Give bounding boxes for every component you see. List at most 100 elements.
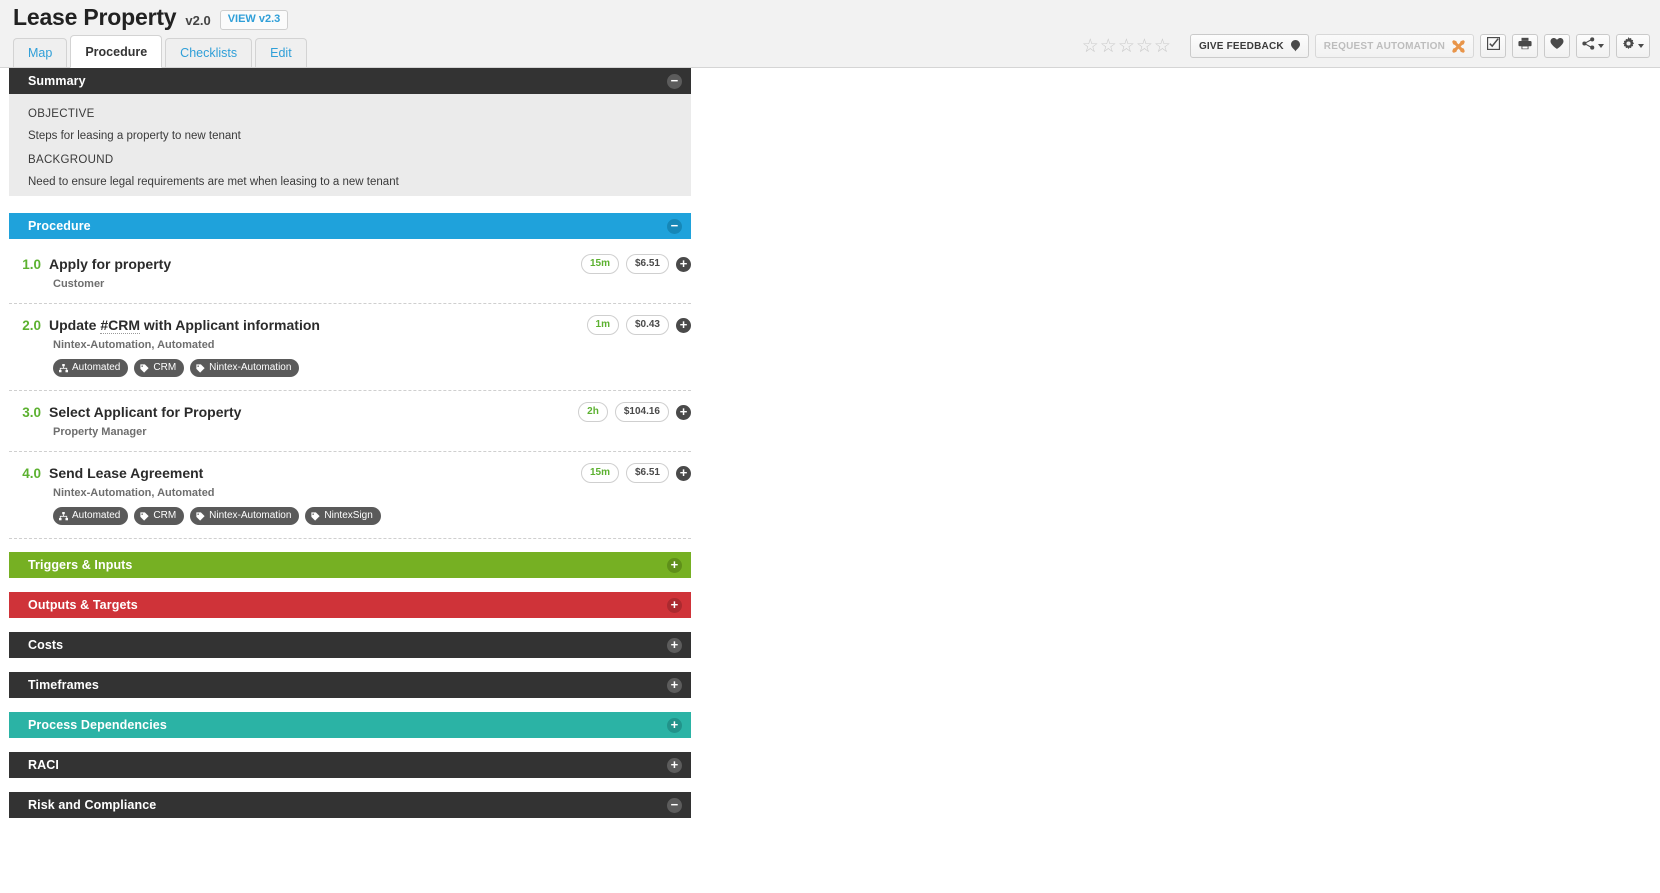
procedure-step: 4.0 Send Lease Agreement Nintex-Automati…	[9, 452, 691, 539]
section-header-timeframes[interactable]: Timeframes +	[9, 672, 691, 698]
section-header-process-dependencies[interactable]: Process Dependencies +	[9, 712, 691, 738]
section-header-summary[interactable]: Summary −	[9, 68, 691, 94]
section-title-summary: Summary	[28, 74, 86, 88]
tag-automated[interactable]: Automated	[53, 507, 129, 525]
settings-button[interactable]	[1616, 34, 1650, 58]
tag-nintex-automation[interactable]: Nintex-Automation	[190, 507, 300, 525]
step-cost-pill: $0.43	[625, 315, 669, 335]
tag-icon	[311, 511, 321, 521]
share-chevron-down-icon	[1598, 44, 1604, 48]
step-cost-pill: $6.51	[625, 254, 669, 274]
background-label: BACKGROUND	[28, 154, 114, 166]
share-button[interactable]	[1576, 34, 1610, 58]
favorite-button[interactable]	[1544, 34, 1570, 58]
expand-toggle-raci[interactable]: +	[667, 757, 682, 773]
procedure-step-list: 1.0 Apply for property Customer 15m $6.5…	[9, 239, 691, 539]
tag-crm[interactable]: CRM	[134, 507, 185, 525]
star-5[interactable]: ☆	[1154, 37, 1171, 56]
step-metrics: 1m $0.43 +	[586, 315, 691, 335]
expand-toggle-timeframes[interactable]: +	[667, 677, 682, 693]
step-metrics: 15m $6.51 +	[580, 254, 691, 274]
step-time-pill: 2h	[578, 402, 608, 422]
star-1[interactable]: ☆	[1082, 37, 1099, 56]
section-title-triggers-inputs: Triggers & Inputs	[28, 558, 133, 572]
step-cost-pill: $104.16	[614, 402, 669, 422]
print-button[interactable]	[1512, 34, 1538, 58]
section-header-costs[interactable]: Costs +	[9, 632, 691, 658]
title-row: Lease Property v2.0 VIEW v2.3	[13, 4, 289, 33]
automation-puzzle-icon	[1452, 39, 1465, 53]
step-expand-button[interactable]: +	[676, 317, 691, 333]
step-expand-button[interactable]: +	[676, 465, 691, 481]
objective-label: OBJECTIVE	[28, 108, 95, 120]
section-header-risk-and-compliance[interactable]: Risk and Compliance −	[9, 792, 691, 818]
tab-map[interactable]: Map	[13, 37, 68, 68]
page-title: Lease Property	[13, 4, 177, 30]
step-number: 4.0	[22, 466, 41, 481]
step-expand-button[interactable]: +	[676, 404, 691, 420]
give-feedback-button[interactable]: GIVE FEEDBACK	[1189, 34, 1309, 58]
step-role: Customer	[53, 278, 105, 290]
app-header: Lease Property v2.0 VIEW v2.3 Map Proced…	[0, 0, 1660, 68]
section-header-procedure[interactable]: Procedure −	[9, 213, 691, 239]
expand-toggle-outputs-targets[interactable]: +	[667, 597, 682, 613]
background-text: Need to ensure legal requirements are me…	[28, 176, 399, 188]
rating-stars[interactable]: ☆ ☆ ☆ ☆ ☆	[1082, 37, 1172, 56]
step-title[interactable]: Apply for property	[49, 256, 171, 272]
tab-checklists[interactable]: Checklists	[165, 37, 253, 68]
tab-bar: Map Procedure Checklists Edit	[13, 34, 310, 68]
section-header-triggers-inputs[interactable]: Triggers & Inputs +	[9, 552, 691, 578]
procedure-step: 3.0 Select Applicant for Property Proper…	[9, 391, 691, 452]
step-tag-list: Automated CRM Nintex-Automation	[53, 359, 691, 377]
step-number: 2.0	[22, 318, 41, 333]
section-title-raci: RACI	[28, 758, 59, 772]
step-title[interactable]: Update #CRM with Applicant information	[49, 317, 320, 334]
tab-edit[interactable]: Edit	[255, 37, 307, 68]
step-title[interactable]: Select Applicant for Property	[49, 404, 241, 420]
step-number: 1.0	[22, 257, 41, 272]
star-3[interactable]: ☆	[1118, 37, 1135, 56]
procedure-step: 2.0 Update #CRM with Applicant informati…	[9, 304, 691, 391]
section-title-timeframes: Timeframes	[28, 678, 99, 692]
section-title-risk-and-compliance: Risk and Compliance	[28, 798, 157, 812]
expand-toggle-triggers-inputs[interactable]: +	[667, 557, 682, 573]
give-feedback-label: GIVE FEEDBACK	[1198, 40, 1284, 52]
collapse-toggle-procedure[interactable]: −	[667, 218, 682, 234]
tag-automated[interactable]: Automated	[53, 359, 129, 377]
step-expand-button[interactable]: +	[676, 256, 691, 272]
expand-toggle-process-dependencies[interactable]: +	[667, 717, 682, 733]
procedure-step: 1.0 Apply for property Customer 15m $6.5…	[9, 243, 691, 304]
star-2[interactable]: ☆	[1100, 37, 1117, 56]
section-title-procedure: Procedure	[28, 219, 91, 233]
collapse-toggle-summary[interactable]: −	[667, 73, 682, 89]
tag-icon	[140, 511, 150, 521]
tag-icon	[140, 363, 150, 373]
step-metrics: 2h $104.16 +	[578, 402, 691, 422]
share-icon	[1582, 37, 1595, 55]
step-time-pill: 1m	[586, 315, 619, 335]
star-4[interactable]: ☆	[1136, 37, 1153, 56]
tag-nintex-automation[interactable]: Nintex-Automation	[190, 359, 300, 377]
expand-toggle-costs[interactable]: +	[667, 637, 682, 653]
feedback-pin-icon	[1290, 39, 1300, 53]
step-time-pill: 15m	[580, 254, 619, 274]
tab-procedure[interactable]: Procedure	[70, 34, 163, 68]
section-header-raci[interactable]: RACI +	[9, 752, 691, 778]
view-version-button[interactable]: VIEW v2.3	[219, 10, 289, 30]
task-checkbox-button[interactable]	[1480, 34, 1506, 58]
panel-column: Summary − OBJECTIVE Steps for leasing a …	[9, 68, 691, 818]
section-header-outputs-targets[interactable]: Outputs & Targets +	[9, 592, 691, 618]
section-title-outputs-targets: Outputs & Targets	[28, 598, 138, 612]
tag-crm[interactable]: CRM	[134, 359, 185, 377]
tag-nintexsign[interactable]: NintexSign	[305, 507, 381, 525]
collapse-toggle-risk-and-compliance[interactable]: −	[667, 797, 682, 813]
sitemap-icon	[59, 511, 68, 521]
objective-text: Steps for leasing a property to new tena…	[28, 130, 241, 142]
step-role: Nintex-Automation, Automated	[53, 487, 215, 499]
sitemap-icon	[59, 363, 68, 373]
step-tag-list: Automated CRM Nintex-Automation	[53, 507, 691, 525]
request-automation-button[interactable]: REQUEST AUTOMATION	[1314, 34, 1474, 58]
step-title-reference[interactable]: #CRM	[100, 317, 141, 334]
step-role: Nintex-Automation, Automated	[53, 339, 215, 351]
step-title[interactable]: Send Lease Agreement	[49, 465, 203, 481]
